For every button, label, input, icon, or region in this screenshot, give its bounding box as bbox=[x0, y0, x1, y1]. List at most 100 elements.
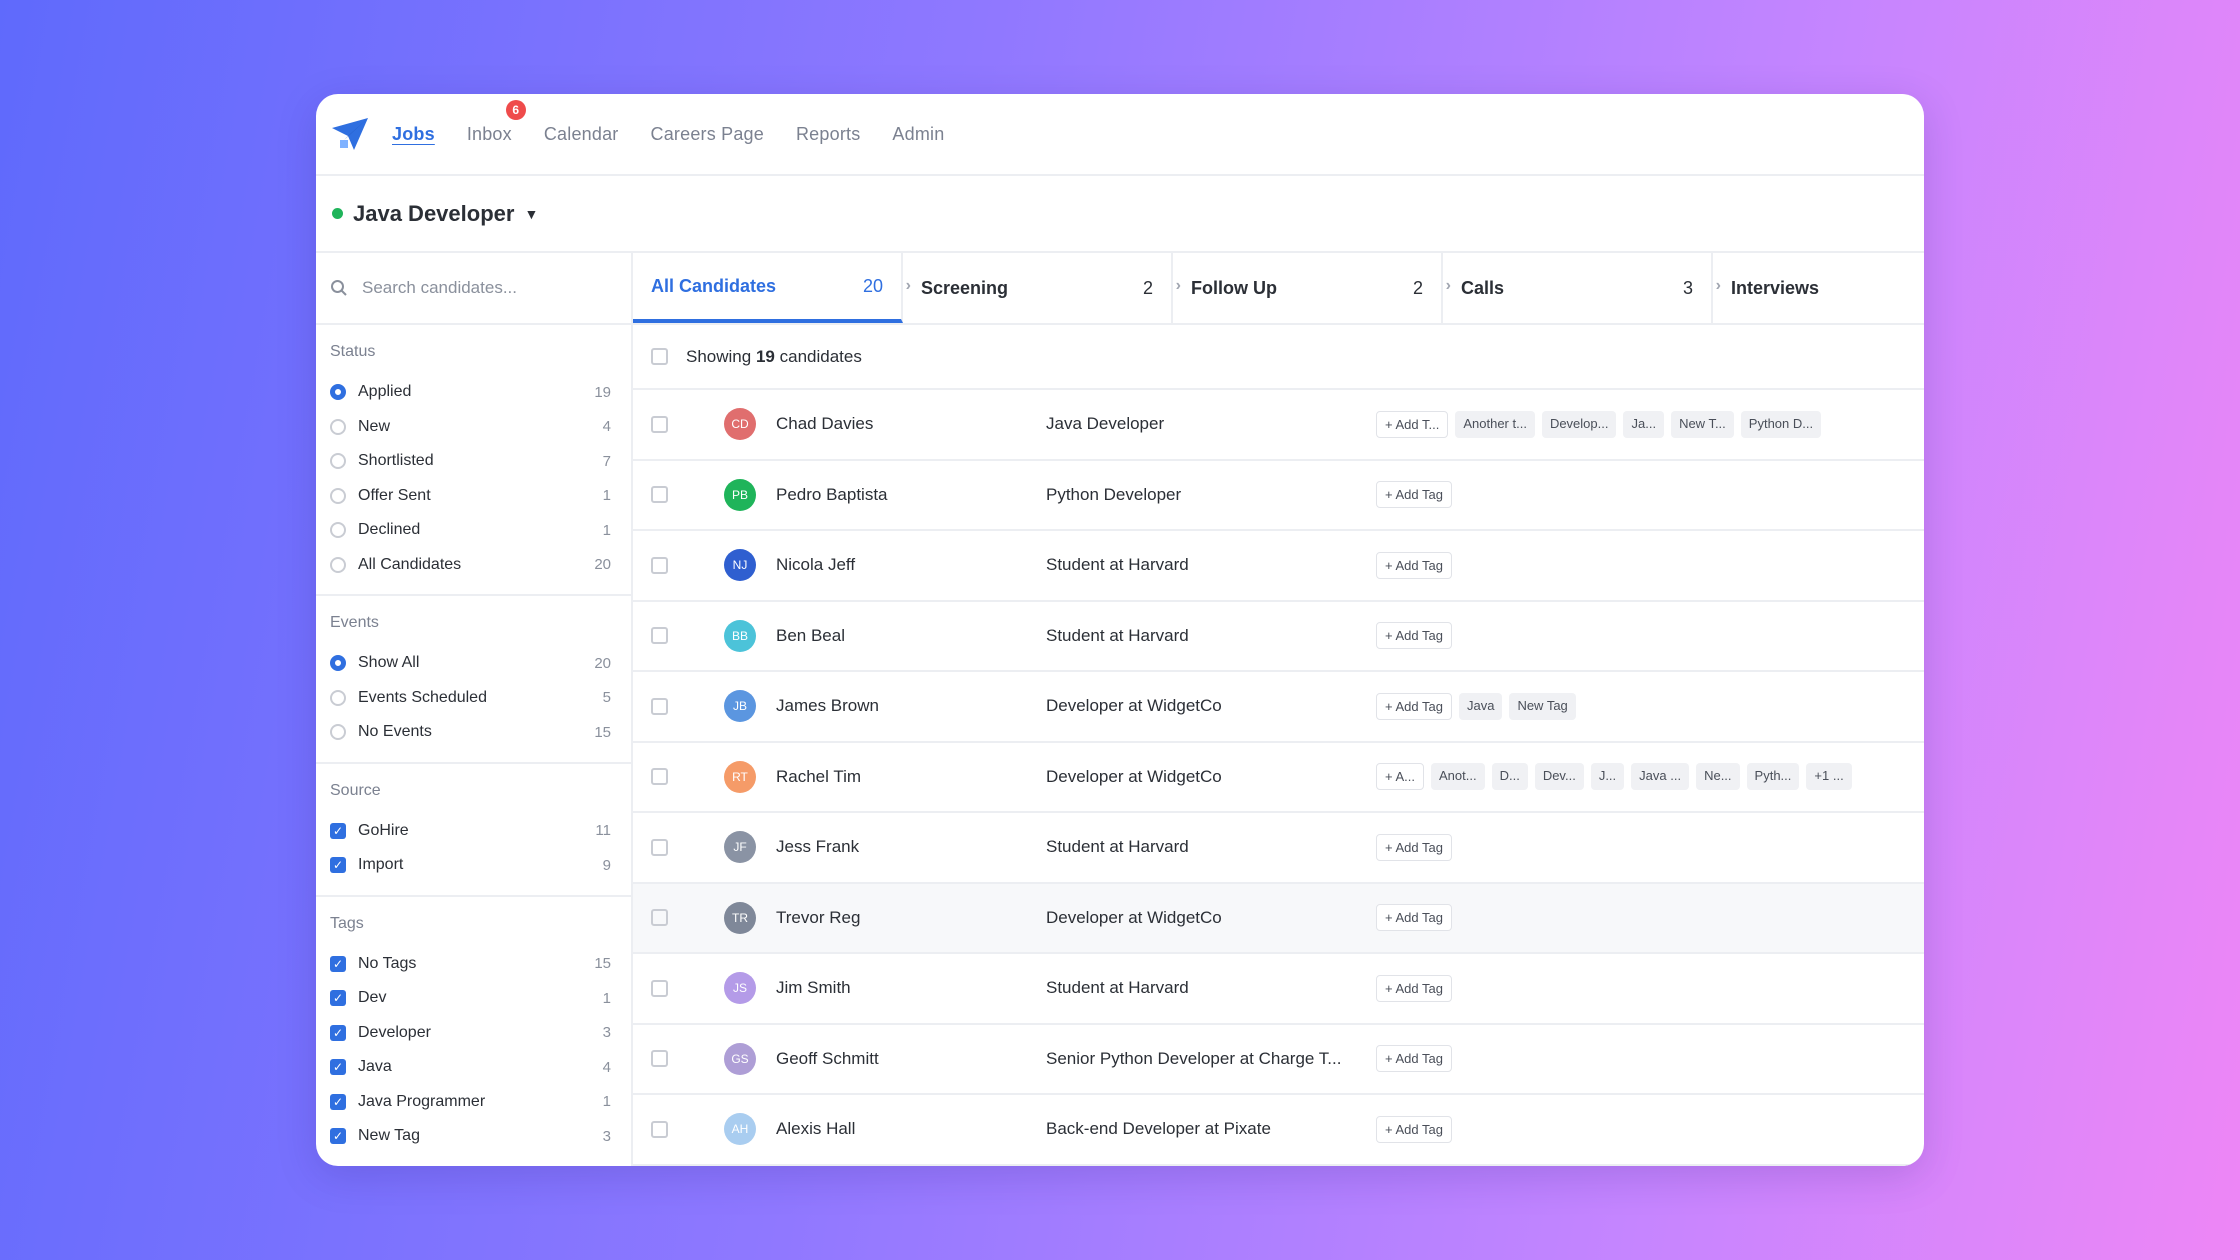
filter-option-events[interactable]: Events Scheduled 5 bbox=[330, 681, 611, 716]
row-checkbox[interactable] bbox=[651, 415, 668, 433]
logo-icon[interactable] bbox=[330, 114, 370, 154]
row-checkbox[interactable] bbox=[651, 838, 668, 856]
add-tag-button[interactable]: + Add Tag bbox=[1376, 904, 1452, 932]
nav-jobs[interactable]: Jobs bbox=[392, 124, 435, 145]
tag-chip[interactable]: Anot... bbox=[1431, 763, 1485, 791]
add-tag-button[interactable]: + Add Tag bbox=[1376, 622, 1452, 650]
tag-chip[interactable]: Pyth... bbox=[1746, 763, 1800, 791]
filter-option-status[interactable]: All Candidates 20 bbox=[330, 548, 611, 583]
radio-button[interactable] bbox=[330, 453, 346, 470]
checkbox-checked-icon[interactable]: ✓ bbox=[330, 822, 346, 839]
radio-button[interactable] bbox=[330, 487, 346, 504]
filter-option-tags[interactable]: ✓ Java Programmer 1 bbox=[330, 1085, 611, 1120]
row-checkbox[interactable] bbox=[651, 486, 668, 504]
checkbox-checked-icon[interactable]: ✓ bbox=[330, 1024, 346, 1041]
tag-chip[interactable]: New T... bbox=[1671, 410, 1734, 438]
checkbox-checked-icon[interactable]: ✓ bbox=[330, 1059, 346, 1076]
candidate-name[interactable]: Jess Frank bbox=[776, 837, 1046, 857]
nav-reports[interactable]: Reports bbox=[796, 124, 860, 145]
candidate-row[interactable]: JS Jim Smith Student at Harvard + Add Tag bbox=[633, 954, 1924, 1025]
tag-chip[interactable]: Develop... bbox=[1541, 410, 1617, 438]
add-tag-button[interactable]: + Add Tag bbox=[1376, 1045, 1452, 1073]
candidate-name[interactable]: Chad Davies bbox=[776, 414, 1046, 434]
search-input[interactable] bbox=[362, 278, 602, 298]
candidate-row[interactable]: BB Ben Beal Student at Harvard + Add Tag bbox=[633, 602, 1924, 672]
candidate-name[interactable]: Nicola Jeff bbox=[776, 555, 1046, 575]
filter-option-source[interactable]: ✓ GoHire 11 bbox=[330, 814, 611, 849]
tag-chip[interactable]: Ja... bbox=[1623, 410, 1665, 438]
candidate-row[interactable]: NJ Nicola Jeff Student at Harvard + Add Tag bbox=[633, 531, 1924, 602]
nav-admin[interactable]: Admin bbox=[892, 124, 944, 145]
row-checkbox[interactable] bbox=[651, 768, 668, 786]
tag-chip[interactable]: J... bbox=[1590, 763, 1625, 791]
add-tag-button[interactable]: + Add Tag bbox=[1376, 833, 1452, 861]
tag-chip[interactable]: Ne... bbox=[1696, 763, 1740, 791]
add-tag-button[interactable]: + Add Tag bbox=[1376, 551, 1452, 579]
checkbox-checked-icon[interactable]: ✓ bbox=[330, 990, 346, 1007]
candidate-name[interactable]: Rachel Tim bbox=[776, 767, 1046, 787]
candidate-row[interactable]: GS Geoff Schmitt Senior Python Developer a… bbox=[633, 1025, 1924, 1095]
caret-down-icon[interactable]: ▼ bbox=[524, 206, 538, 222]
radio-button[interactable] bbox=[330, 418, 346, 435]
tag-chip[interactable]: Java bbox=[1458, 692, 1503, 720]
job-title[interactable]: Java Developer bbox=[353, 201, 514, 227]
tab-interviews[interactable]: Interviews bbox=[1713, 253, 1837, 323]
radio-button[interactable] bbox=[330, 522, 346, 539]
nav-careers-page[interactable]: Careers Page bbox=[651, 124, 764, 145]
row-checkbox[interactable] bbox=[651, 1050, 668, 1068]
filter-option-status[interactable]: Declined 1 bbox=[330, 513, 611, 548]
filter-option-tags[interactable]: ✓ Dev 1 bbox=[330, 981, 611, 1016]
tag-chip[interactable]: +1 ... bbox=[1806, 763, 1852, 791]
tag-chip[interactable]: Java ... bbox=[1631, 763, 1690, 791]
checkbox-checked-icon[interactable]: ✓ bbox=[330, 1093, 346, 1110]
tab-calls[interactable]: Calls 3 › bbox=[1443, 253, 1721, 323]
tag-chip[interactable]: New Tag bbox=[1509, 692, 1576, 720]
tag-chip[interactable]: Python D... bbox=[1740, 410, 1822, 438]
filter-option-status[interactable]: Applied 19 bbox=[330, 375, 611, 410]
tab-screening[interactable]: Screening 2 › bbox=[903, 253, 1181, 323]
row-checkbox[interactable] bbox=[651, 979, 668, 997]
filter-option-events[interactable]: No Events 15 bbox=[330, 715, 611, 750]
candidate-name[interactable]: Alexis Hall bbox=[776, 1119, 1046, 1139]
radio-button[interactable] bbox=[330, 724, 346, 741]
row-checkbox[interactable] bbox=[651, 909, 668, 927]
candidate-row[interactable]: JB James Brown Developer at WidgetCo + Add … bbox=[633, 672, 1924, 743]
radio-button[interactable] bbox=[330, 384, 346, 401]
nav-calendar[interactable]: Calendar bbox=[544, 124, 619, 145]
add-tag-button[interactable]: + Add Tag bbox=[1376, 481, 1452, 509]
candidate-name[interactable]: Ben Beal bbox=[776, 626, 1046, 646]
tag-chip[interactable]: D... bbox=[1491, 763, 1528, 791]
add-tag-button[interactable]: + A... bbox=[1376, 763, 1424, 791]
candidate-name[interactable]: Trevor Reg bbox=[776, 908, 1046, 928]
filter-option-status[interactable]: Shortlisted 7 bbox=[330, 444, 611, 479]
tag-chip[interactable]: Another t... bbox=[1455, 410, 1535, 438]
radio-button[interactable] bbox=[330, 556, 346, 573]
candidate-name[interactable]: James Brown bbox=[776, 696, 1046, 716]
row-checkbox[interactable] bbox=[651, 556, 668, 574]
candidate-row[interactable]: CD Chad Davies Java Developer + Add T... Ano… bbox=[633, 390, 1924, 461]
nav-inbox[interactable]: Inbox 6 bbox=[467, 99, 526, 145]
filter-option-tags[interactable]: ✓ Java 4 bbox=[330, 1050, 611, 1085]
checkbox-checked-icon[interactable]: ✓ bbox=[330, 857, 346, 874]
filter-option-status[interactable]: Offer Sent 1 bbox=[330, 479, 611, 514]
candidate-name[interactable]: Geoff Schmitt bbox=[776, 1049, 1046, 1069]
candidate-name[interactable]: Pedro Baptista bbox=[776, 485, 1046, 505]
row-checkbox[interactable] bbox=[651, 697, 668, 715]
candidate-name[interactable]: Jim Smith bbox=[776, 978, 1046, 998]
candidate-row[interactable]: JF Jess Frank Student at Harvard + Add Tag bbox=[633, 813, 1924, 884]
tab-all-candidates[interactable]: All Candidates 20 › bbox=[633, 253, 911, 323]
filter-option-source[interactable]: ✓ Import 9 bbox=[330, 848, 611, 883]
candidate-row[interactable]: AH Alexis Hall Back-end Developer at Pixat… bbox=[633, 1095, 1924, 1166]
row-checkbox[interactable] bbox=[651, 627, 668, 645]
filter-option-status[interactable]: New 4 bbox=[330, 410, 611, 445]
candidate-row[interactable]: RT Rachel Tim Developer at WidgetCo + A... A… bbox=[633, 743, 1924, 813]
add-tag-button[interactable]: + Add Tag bbox=[1376, 974, 1452, 1002]
radio-button[interactable] bbox=[330, 655, 346, 672]
filter-option-events[interactable]: Show All 20 bbox=[330, 646, 611, 681]
add-tag-button[interactable]: + Add Tag bbox=[1376, 1115, 1452, 1143]
filter-option-tags[interactable]: ✓ Developer 3 bbox=[330, 1016, 611, 1051]
tag-chip[interactable]: Dev... bbox=[1534, 763, 1584, 791]
filter-option-tags[interactable]: ✓ No Tags 15 bbox=[330, 947, 611, 982]
radio-button[interactable] bbox=[330, 689, 346, 706]
candidate-row[interactable]: TR Trevor Reg Developer at WidgetCo + Add T… bbox=[633, 883, 1924, 954]
